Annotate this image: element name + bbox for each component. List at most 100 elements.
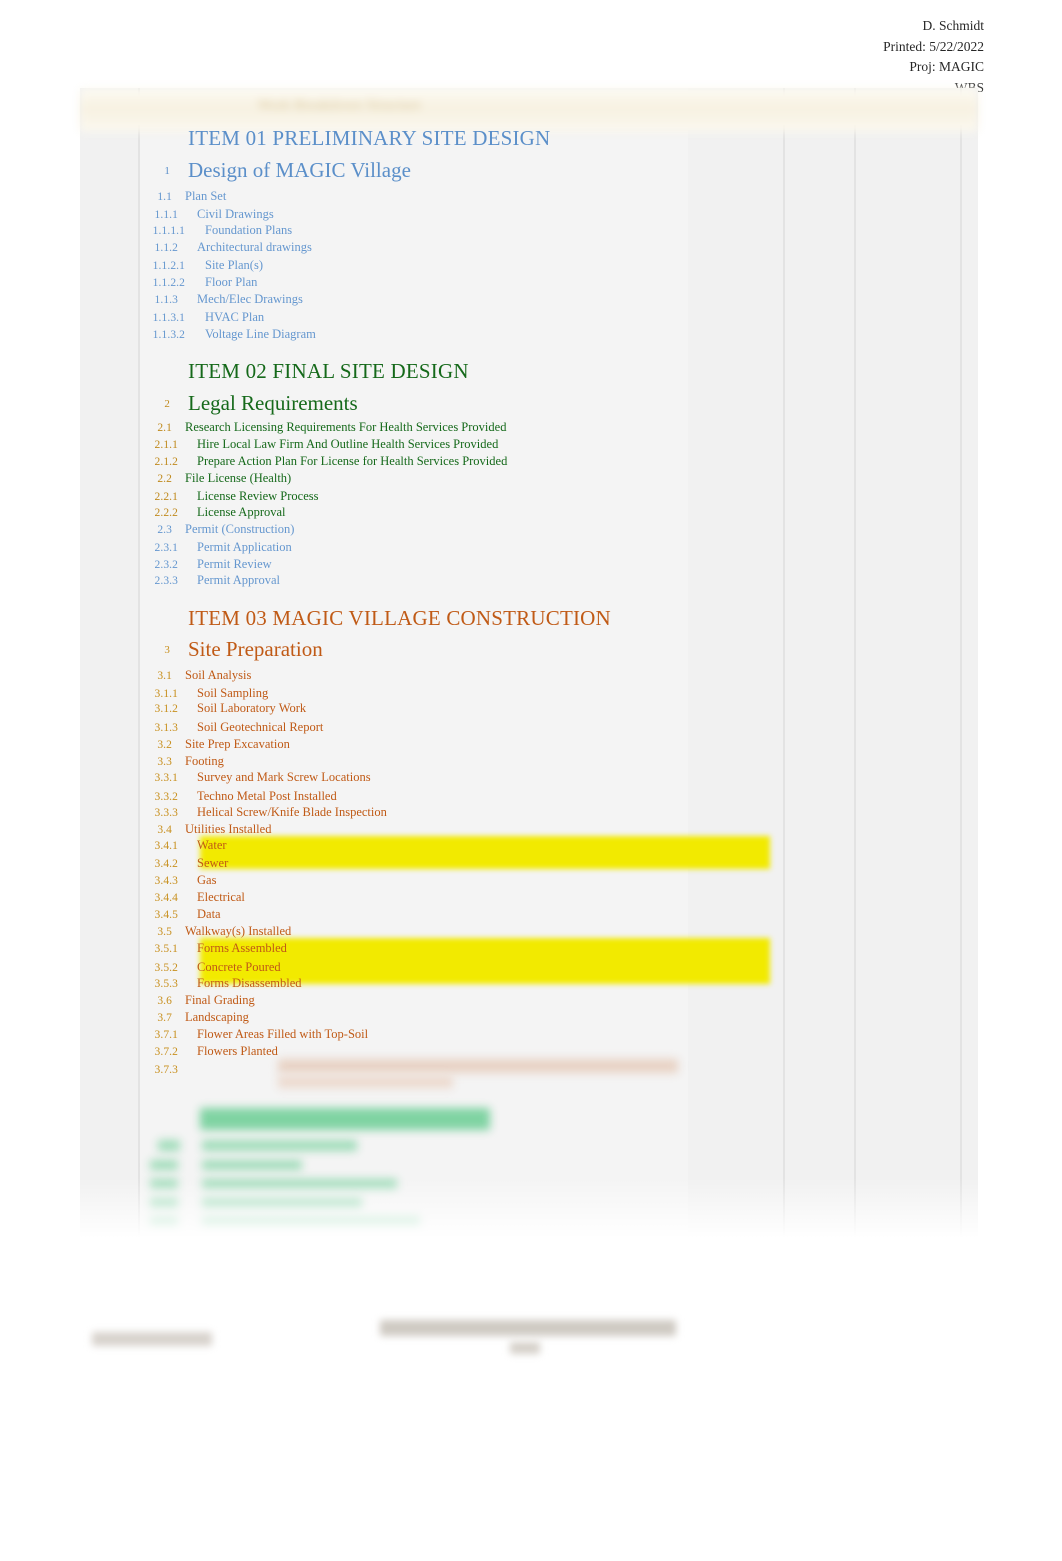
task-wbs: 3.4.2 — [154, 857, 178, 870]
task-wbs: 1 — [164, 164, 170, 177]
table-header-cell — [88, 100, 91, 112]
task-wbs: 3.1 — [157, 669, 172, 682]
task-wbs: 1.1 — [157, 190, 172, 203]
task-row[interactable]: 3.2 Site Prep Excavation — [80, 736, 978, 753]
task-row[interactable]: 3.4.4 Electrical — [80, 889, 978, 906]
task-row[interactable]: 2.3 Permit (Construction) — [80, 521, 978, 538]
task-row[interactable]: 3.3.2 Techno Metal Post Installed — [80, 788, 978, 805]
task-label: License Review Process — [197, 489, 319, 503]
task-wbs: 3.3 — [157, 755, 172, 768]
task-label: Design of MAGIC Village — [188, 158, 411, 182]
task-row[interactable]: 3.5.2 Concrete Poured — [80, 959, 978, 976]
section-heading-item-02: ITEM 02 FINAL SITE DESIGN — [80, 359, 978, 383]
task-row[interactable]: 2.2.1 License Review Process — [80, 488, 978, 505]
task-wbs: 2.2.1 — [154, 490, 178, 503]
task-wbs: 3.5.1 — [154, 942, 178, 955]
task-row[interactable]: 3.5 Walkway(s) Installed — [80, 923, 978, 940]
task-row[interactable]: 2.2 File License (Health) — [80, 470, 978, 487]
task-row[interactable]: 1.1.3.2 Voltage Line Diagram — [80, 326, 978, 343]
task-row[interactable]: 3.4.5 Data — [80, 906, 978, 923]
task-row[interactable]: 1.1 Plan Set — [80, 188, 978, 205]
task-label: Prepare Action Plan For License for Heal… — [197, 454, 508, 468]
task-wbs: 3.4.3 — [154, 874, 178, 887]
task-row[interactable]: 1.1.3.1 HVAC Plan — [80, 309, 978, 326]
task-label: Site Prep Excavation — [185, 737, 290, 751]
task-wbs: 3.1.2 — [154, 702, 178, 715]
task-row[interactable]: 1.1.1 Civil Drawings — [80, 206, 978, 223]
task-label: License Approval — [197, 505, 286, 519]
table-header-cell — [150, 100, 153, 112]
task-row[interactable]: 3.3.1 Survey and Mark Screw Locations — [80, 769, 978, 786]
task-row[interactable]: 1 Design of MAGIC Village — [80, 158, 978, 182]
task-row[interactable]: 3 Site Preparation — [80, 637, 978, 661]
task-label: Permit Review — [197, 557, 272, 571]
task-label: Survey and Mark Screw Locations — [197, 770, 371, 784]
task-label: Concrete Poured — [197, 960, 281, 974]
task-label: Utilities Installed — [185, 822, 272, 836]
task-label: Footing — [185, 754, 224, 768]
task-row[interactable]: 2.1.1 Hire Local Law Firm And Outline He… — [80, 436, 978, 453]
page-footer — [80, 1308, 978, 1368]
task-row[interactable]: 3.5.3 Forms Disassembled — [80, 975, 978, 992]
task-row[interactable]: 3.5.1 Forms Assembled — [80, 940, 978, 957]
task-label: Permit (Construction) — [185, 522, 295, 536]
task-row[interactable]: 2.1 Research Licensing Requirements For … — [80, 419, 978, 436]
task-label: Soil Sampling — [197, 686, 269, 700]
task-row[interactable]: 3.7.2 Flowers Planted — [80, 1043, 978, 1060]
task-row[interactable]: 3.3.3 Helical Screw/Knife Blade Inspecti… — [80, 804, 978, 821]
task-row[interactable]: 3.1 Soil Analysis — [80, 667, 978, 684]
task-row[interactable]: 2.3.1 Permit Application — [80, 539, 978, 556]
task-label: Soil Analysis — [185, 668, 252, 682]
task-wbs: 1.1.2.1 — [152, 259, 185, 272]
task-wbs: 3 — [164, 643, 170, 656]
task-row[interactable]: 3.1.3 Soil Geotechnical Report — [80, 719, 978, 736]
page-header: D. Schmidt Printed: 5/22/2022 Proj: MAGI… — [624, 16, 984, 98]
task-label: Mech/Elec Drawings — [197, 292, 303, 306]
task-row[interactable]: 2.3.3 Permit Approval — [80, 572, 978, 589]
task-row[interactable]: 1.1.1.1 Foundation Plans — [80, 222, 978, 239]
task-row[interactable]: 3.6 Final Grading — [80, 992, 978, 1009]
task-row[interactable]: 2 Legal Requirements — [80, 391, 978, 415]
task-row[interactable]: 3.4.3 Gas — [80, 872, 978, 889]
task-row[interactable]: 2.3.2 Permit Review — [80, 556, 978, 573]
task-label: Research Licensing Requirements For Heal… — [185, 420, 507, 434]
header-printed: Printed: 5/22/2022 — [883, 38, 984, 54]
task-label: Walkway(s) Installed — [185, 924, 292, 938]
task-row[interactable]: 3.3 Footing — [80, 753, 978, 770]
task-row[interactable]: 1.1.2.2 Floor Plan — [80, 274, 978, 291]
task-wbs: 1.1.3 — [154, 293, 178, 306]
task-label: Permit Approval — [197, 573, 280, 587]
task-row[interactable]: 1.1.2 Architectural drawings — [80, 239, 978, 256]
task-label: Architectural drawings — [197, 240, 312, 254]
task-label: Gas — [197, 873, 217, 887]
task-row[interactable]: 3.4 Utilities Installed — [80, 821, 978, 838]
task-row[interactable]: 1.1.2.1 Site Plan(s) — [80, 257, 978, 274]
task-label: Forms Disassembled — [197, 976, 302, 990]
task-label: Voltage Line Diagram — [205, 327, 316, 341]
task-row-illegible — [158, 1140, 180, 1151]
task-wbs: 1.1.1 — [154, 208, 178, 221]
task-label: Foundation Plans — [205, 223, 293, 237]
task-label: Site Plan(s) — [205, 258, 263, 272]
sheet-bottom-fade — [80, 1178, 978, 1248]
table-header-title: Work Breakdown Structure — [258, 98, 422, 113]
task-row[interactable]: 3.1.2 Soil Laboratory Work — [80, 700, 978, 717]
task-wbs: 3.6 — [157, 994, 172, 1007]
task-label: Data — [197, 907, 221, 921]
section-heading-label: ITEM 01 PRELIMINARY SITE DESIGN — [188, 126, 551, 150]
task-row[interactable]: 3.4.2 Sewer — [80, 855, 978, 872]
task-row[interactable]: 2.1.2 Prepare Action Plan For License fo… — [80, 453, 978, 470]
task-row[interactable]: 3.7 Landscaping — [80, 1009, 978, 1026]
task-row[interactable]: 1.1.3 Mech/Elec Drawings — [80, 291, 978, 308]
task-row[interactable]: 2.2.2 License Approval — [80, 504, 978, 521]
task-label: Legal Requirements — [188, 391, 358, 415]
task-label: Sewer — [197, 856, 229, 870]
task-row-illegible — [150, 1160, 178, 1170]
task-wbs: 3.3.3 — [154, 806, 178, 819]
task-wbs: 1.1.2 — [154, 241, 178, 254]
task-label: Plan Set — [185, 189, 227, 203]
task-row[interactable]: 3.4.1 Water — [80, 837, 978, 854]
task-wbs: 3.3.2 — [154, 790, 178, 803]
task-row[interactable]: 3.7.1 Flower Areas Filled with Top-Soil — [80, 1026, 978, 1043]
task-wbs: 3.1.1 — [154, 687, 178, 700]
